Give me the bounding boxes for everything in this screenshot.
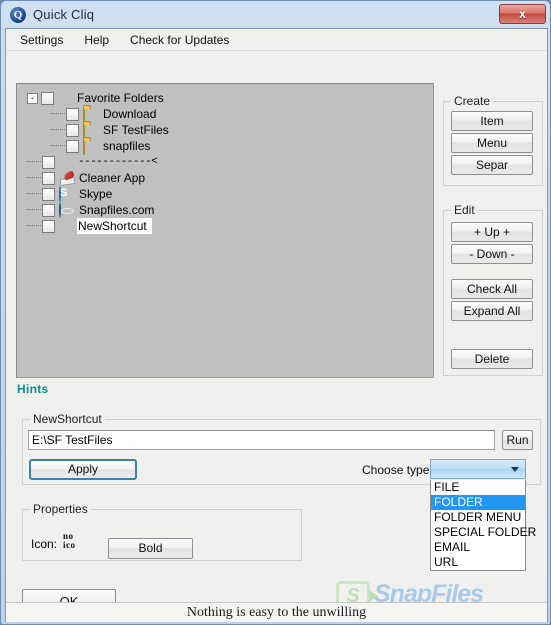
skype-icon-glyph — [59, 186, 61, 202]
choose-type-label: Choose type — [362, 463, 430, 477]
tree-node-checkbox[interactable] — [66, 107, 79, 121]
app-logo-icon: Q — [10, 6, 26, 23]
window-title: Quick Cliq — [33, 7, 95, 22]
hints-label: Hints — [17, 382, 49, 396]
create-menu-button[interactable]: Menu — [451, 133, 533, 153]
tree-node[interactable]: snapfiles — [17, 138, 433, 155]
tree-guide-line — [51, 129, 65, 131]
folder-icon — [83, 107, 99, 123]
tree-node[interactable]: Snapfiles.com — [17, 202, 433, 218]
bold-button[interactable]: Bold — [108, 538, 193, 559]
tree-node-checkbox[interactable] — [42, 171, 55, 185]
dropdown-option[interactable]: URL — [431, 555, 525, 570]
tree-node[interactable]: Cleaner App — [17, 170, 433, 186]
no-icon-preview[interactable]: no ico — [63, 532, 87, 552]
tree-guide-line — [51, 145, 65, 147]
cleaner-app-icon — [59, 171, 75, 185]
tree-node-label: NewShortcut — [77, 218, 152, 234]
close-window-button[interactable]: x — [499, 4, 546, 24]
dropdown-option[interactable]: SPECIAL FOLDER — [431, 525, 536, 540]
skype-icon — [59, 186, 75, 202]
properties-group-title: Properties — [30, 502, 91, 516]
tree-node-label: SF TestFiles — [103, 123, 169, 137]
create-group-title: Create — [451, 94, 494, 108]
expand-all-button[interactable]: Expand All — [451, 301, 533, 321]
tree-node[interactable]: Skype — [17, 186, 433, 202]
move-down-button[interactable]: - Down - — [451, 244, 533, 264]
dropdown-option[interactable]: FOLDER — [431, 495, 525, 510]
shortcut-group-title: NewShortcut — [30, 412, 105, 426]
tree-node[interactable]: - Favorite Folders — [17, 90, 433, 106]
tree-node-checkbox[interactable] — [42, 187, 55, 201]
tree-node-label: Cleaner App — [79, 171, 146, 185]
globe-icon — [59, 202, 75, 218]
dropdown-option[interactable]: EMAIL — [431, 540, 525, 555]
status-bar-text: Nothing is easy to the unwilling — [186, 605, 367, 620]
tree-node[interactable]: Download — [17, 106, 433, 123]
menu-bar: Settings Help Check for Updates — [6, 29, 547, 51]
tree-node-label: ------------< — [78, 156, 158, 168]
folder-icon — [83, 139, 99, 155]
menu-item-settings[interactable]: Settings — [20, 33, 63, 47]
tree-node[interactable]: SF TestFiles — [17, 122, 433, 139]
move-up-button[interactable]: + Up + — [451, 222, 533, 242]
chevron-down-icon — [511, 467, 519, 472]
tree-guide-line — [27, 209, 41, 211]
no-icon-preview-line2: ico — [63, 540, 76, 550]
tree-node-checkbox[interactable] — [42, 219, 55, 233]
choose-type-dropdown-list[interactable]: FILE FOLDER FOLDER MENU SPECIAL FOLDER EMAIL… — [430, 480, 536, 571]
icon-field-label: Icon: — [31, 537, 58, 551]
shortcut-tree-panel[interactable]: - Favorite Folders Download SF TestFiles sna… — [16, 83, 434, 378]
create-separator-button[interactable]: Separ — [451, 155, 533, 175]
tree-node-checkbox[interactable] — [42, 155, 55, 169]
tree-node-label: Snapfiles.com — [79, 203, 155, 217]
tree-node[interactable]: NewShortcut — [17, 218, 433, 234]
folder-icon-glyph — [83, 139, 85, 155]
no-icon — [58, 92, 73, 105]
tree-guide-line — [27, 161, 41, 163]
edit-group-title: Edit — [451, 203, 478, 217]
dropdown-option[interactable]: FOLDER MENU — [431, 510, 525, 525]
menu-item-help[interactable]: Help — [84, 33, 109, 47]
title-bar: Q Quick Cliq x — [1, 1, 551, 28]
folder-icon — [83, 123, 99, 139]
tree-guide-line — [27, 193, 41, 195]
application-window: Q Quick Cliq x Settings Help Check for U… — [0, 0, 551, 625]
check-all-button[interactable]: Check All — [451, 279, 533, 299]
tree-node-label: Favorite Folders — [77, 91, 164, 105]
tree-node-checkbox[interactable] — [42, 203, 55, 217]
dropdown-option[interactable]: FILE — [431, 480, 525, 495]
shortcut-path-input[interactable] — [28, 430, 495, 450]
tree-node-checkbox[interactable] — [66, 139, 79, 153]
create-item-button[interactable]: Item — [451, 111, 533, 131]
tree-guide-line — [27, 177, 41, 179]
client-area: Settings Help Check for Updates - Favorit… — [5, 28, 548, 622]
choose-type-combobox[interactable] — [430, 459, 526, 479]
tree-node-label: Skype — [79, 187, 113, 201]
apply-button[interactable]: Apply — [29, 459, 137, 480]
tree-guide-line — [51, 113, 65, 115]
tree-node-label: snapfiles — [103, 139, 151, 153]
no-icon — [59, 220, 74, 233]
tree-node-label: Download — [103, 107, 157, 121]
delete-button[interactable]: Delete — [451, 349, 533, 369]
no-icon — [59, 156, 74, 169]
run-button[interactable]: Run — [502, 430, 533, 450]
tree-node[interactable]: ------------< — [17, 154, 433, 170]
menu-item-check-for-updates[interactable]: Check for Updates — [130, 33, 229, 47]
globe-icon-glyph — [59, 202, 61, 218]
tree-expander-icon[interactable]: - — [27, 92, 38, 104]
status-bar: Nothing is easy to the unwilling — [6, 602, 547, 622]
tree-node-checkbox[interactable] — [41, 91, 54, 105]
tree-node-checkbox[interactable] — [66, 123, 79, 137]
tree-guide-line — [27, 225, 41, 227]
